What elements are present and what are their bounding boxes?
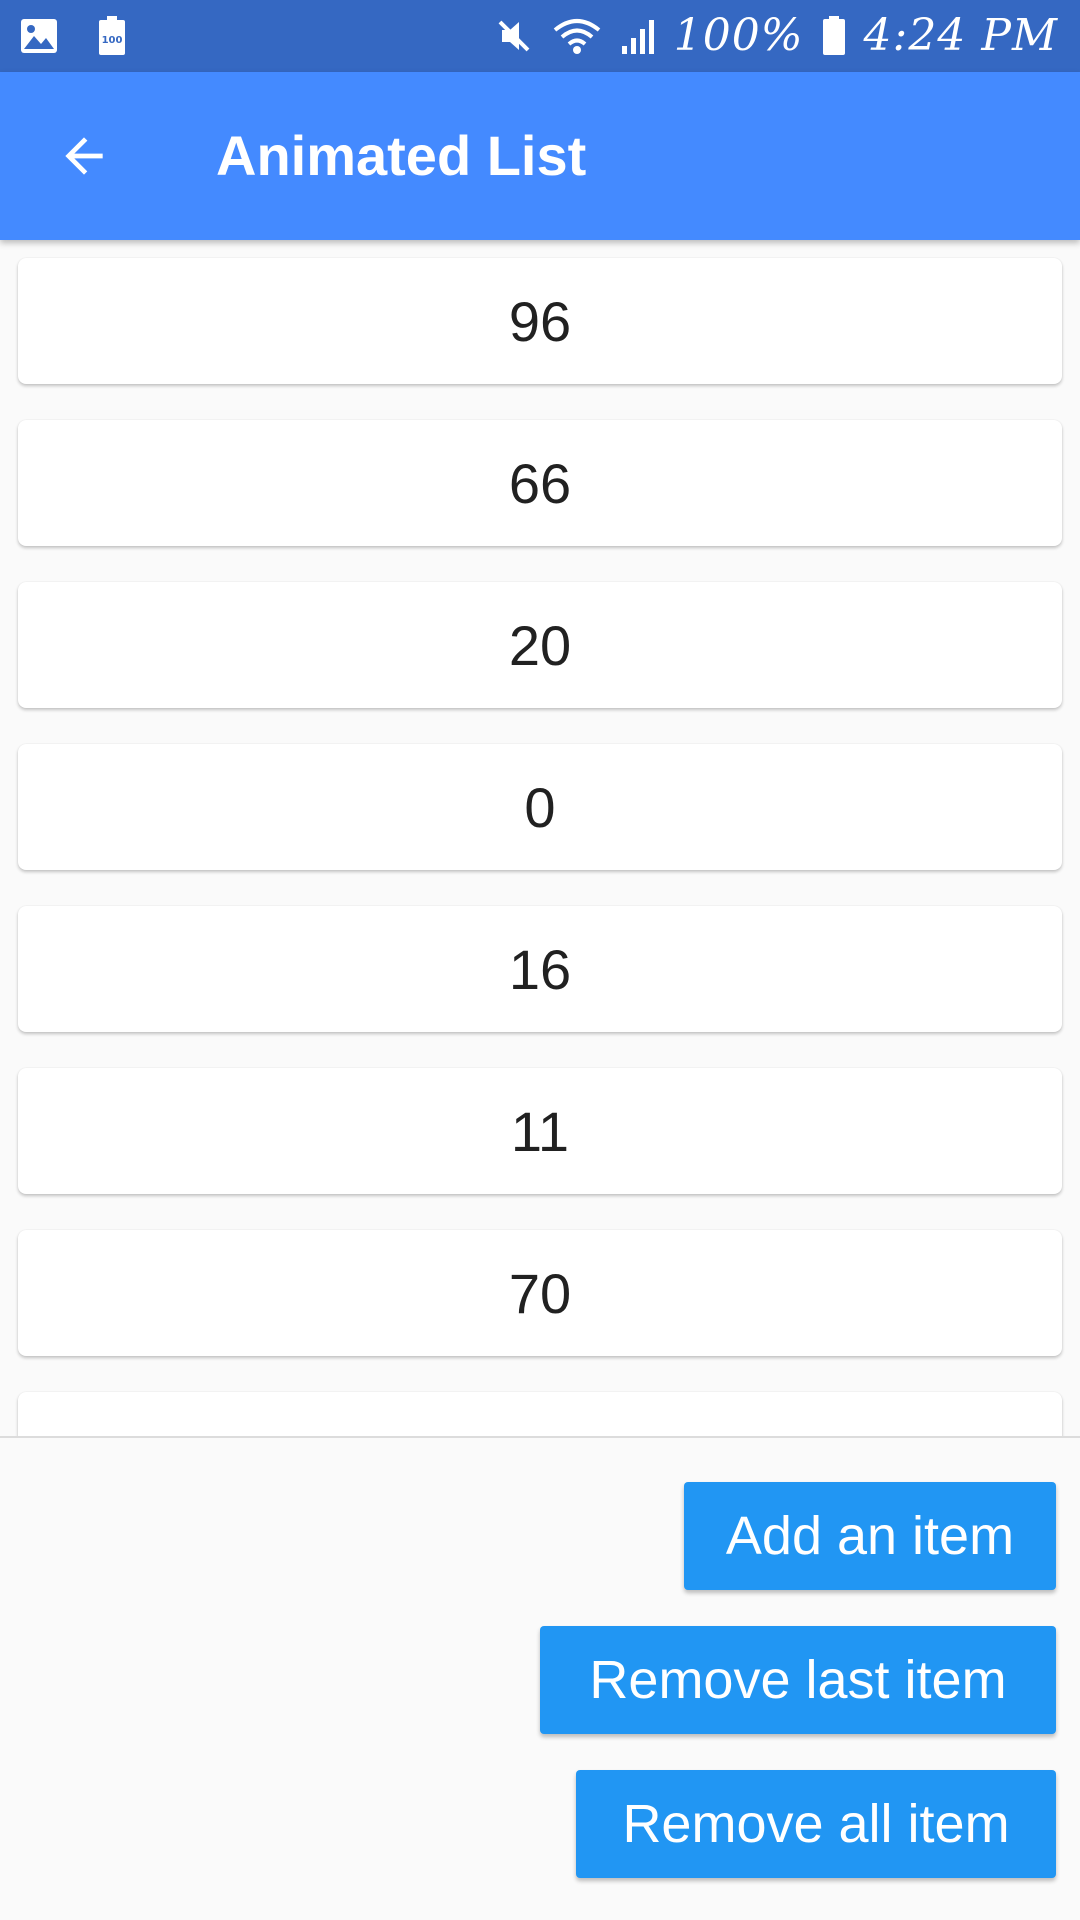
battery-percent: 100%: [673, 10, 804, 61]
app-bar: Animated List: [0, 72, 1080, 240]
signal-icon: [620, 16, 656, 56]
mute-icon: [494, 16, 534, 56]
status-bar-right: 100% 4:24 PM: [494, 10, 1058, 61]
list-item-value: 66: [508, 451, 572, 515]
list-item[interactable]: 16: [18, 906, 1062, 1032]
list: 96 66 20 0 16 11 70 84: [0, 258, 1080, 1436]
list-item-value: 11: [510, 1099, 570, 1163]
list-item-value: 20: [508, 613, 572, 677]
back-button[interactable]: [40, 112, 128, 200]
image-icon: [20, 18, 58, 54]
remove-all-items-button[interactable]: Remove all item: [576, 1770, 1056, 1878]
list-item-value: 96: [508, 289, 572, 353]
action-panel: Add an item Remove last item Remove all …: [0, 1438, 1080, 1920]
list-item-value: 84: [509, 1423, 571, 1437]
page-title: Animated List: [216, 124, 587, 187]
animated-list[interactable]: 96 66 20 0 16 11 70 84: [0, 240, 1080, 1436]
status-time: 4:24 PM: [863, 10, 1058, 61]
status-bar: 100 100% 4:24 PM: [0, 0, 1080, 72]
battery-icon: [822, 15, 846, 56]
list-item[interactable]: 84: [18, 1392, 1062, 1436]
list-item-value: 16: [508, 937, 572, 1001]
list-item-value: 70: [508, 1261, 572, 1325]
arrow-back-icon[interactable]: [56, 128, 112, 184]
status-bar-left: 100: [20, 16, 126, 56]
list-item[interactable]: 11: [18, 1068, 1062, 1194]
wifi-icon: [552, 16, 602, 56]
list-item[interactable]: 70: [18, 1230, 1062, 1356]
list-item-value: 0: [524, 775, 556, 839]
list-item[interactable]: 0: [18, 744, 1062, 870]
remove-last-item-button[interactable]: Remove last item: [540, 1626, 1056, 1734]
add-item-button[interactable]: Add an item: [684, 1482, 1056, 1590]
battery-saver-icon: 100: [98, 16, 126, 56]
list-item[interactable]: 96: [18, 258, 1062, 384]
list-item[interactable]: 66: [18, 420, 1062, 546]
battery-saver-label: 100: [102, 35, 123, 46]
list-item[interactable]: 20: [18, 582, 1062, 708]
